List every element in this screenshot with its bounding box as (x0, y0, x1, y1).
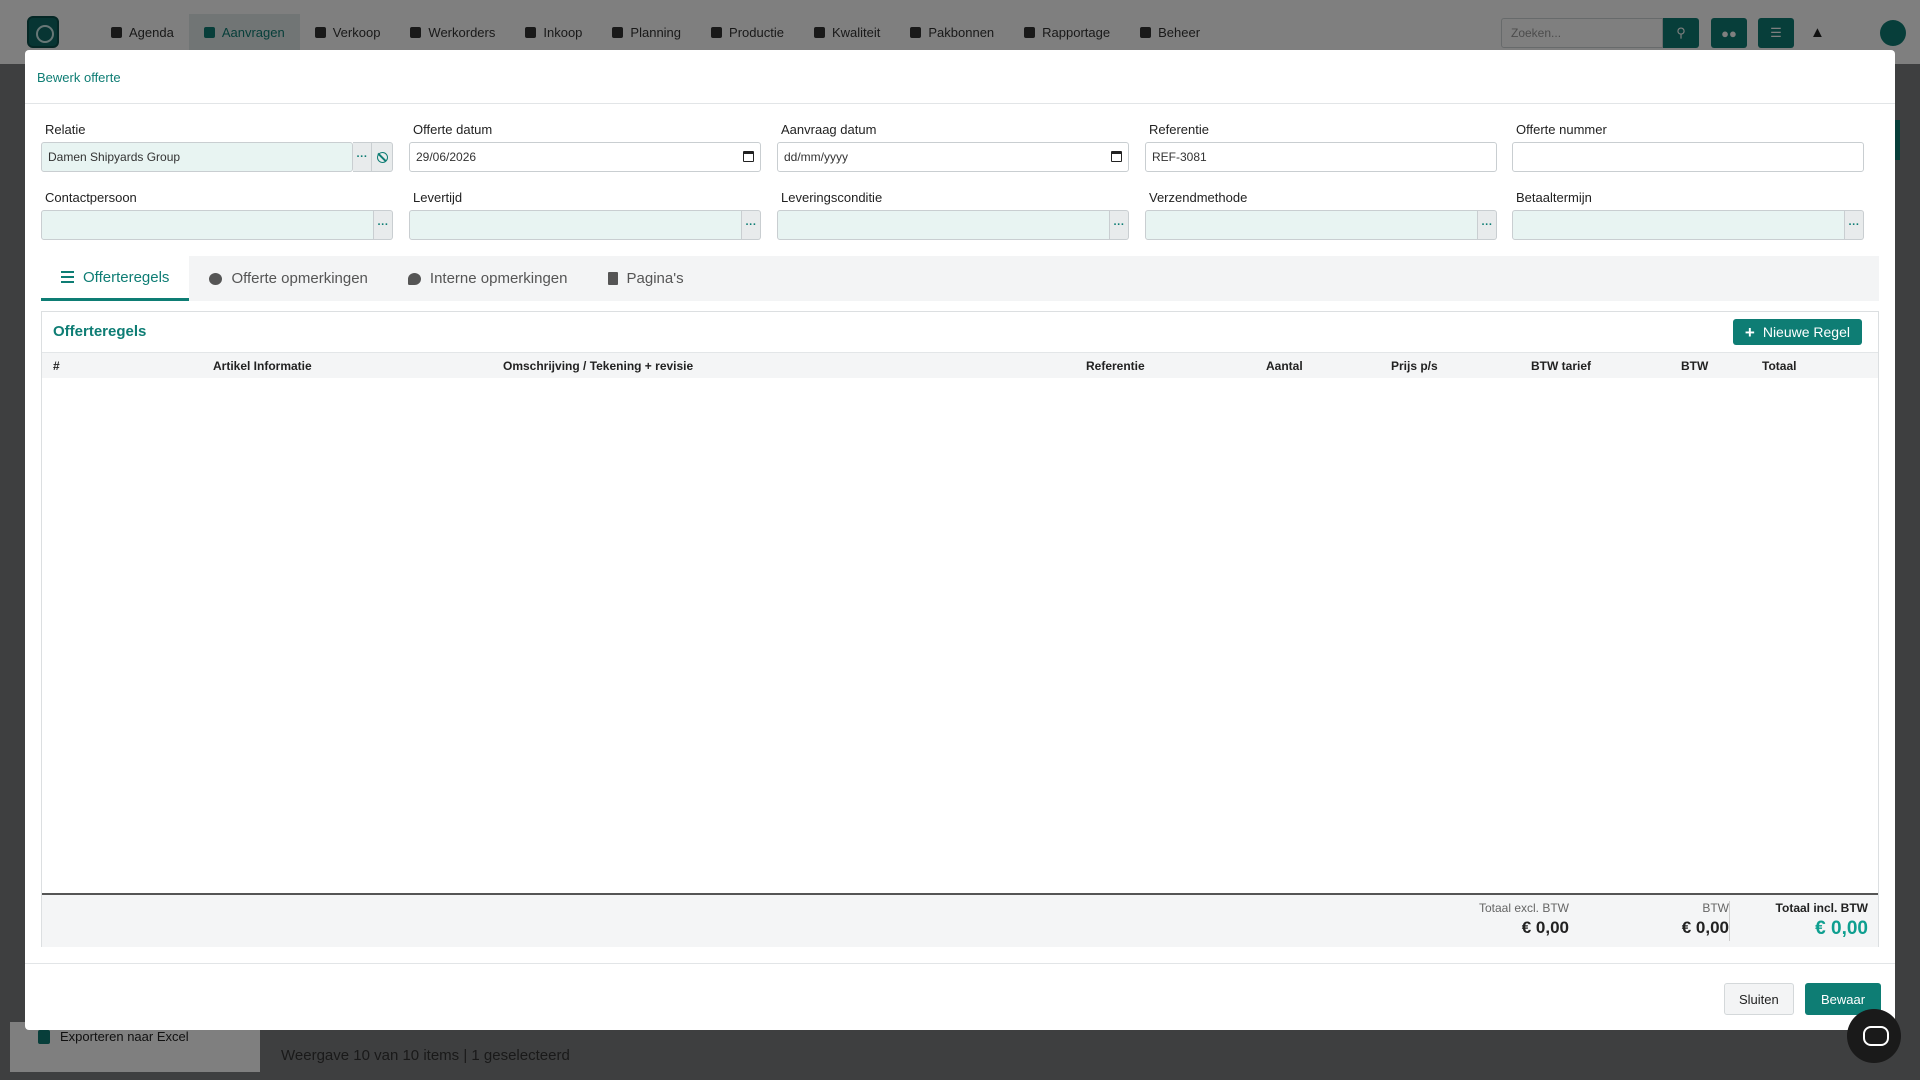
verzendmethode-lookup-button[interactable]: ··· (1478, 210, 1497, 240)
offerte-datum-field: Offerte datum 29/06/2026 (409, 122, 761, 192)
modal-header: Bewerk offerte (25, 50, 1895, 104)
referentie-label: Referentie (1149, 122, 1209, 137)
total-incl-value: € 0,00 (1815, 918, 1868, 939)
relatie-label: Relatie (45, 122, 86, 137)
leveringsconditie-lookup-button[interactable]: ··· (1110, 210, 1129, 240)
contactpersoon-label: Contactpersoon (45, 190, 137, 205)
edit-quote-modal: Bewerk offerte Relatie Damen Shipyards G… (25, 50, 1895, 1030)
offerte-nummer-field: Offerte nummer (1512, 122, 1864, 192)
offerte-datum-label: Offerte datum (413, 122, 493, 137)
table-header: # Artikel Informatie Omschrijving / Teke… (42, 352, 1878, 378)
column-header-number[interactable]: # (53, 359, 60, 373)
tab-paginas[interactable]: Pagina's (588, 256, 704, 301)
comments-icon (407, 272, 421, 285)
contactpersoon-lookup-button[interactable]: ··· (374, 210, 393, 240)
quote-lines-panel: Offerteregels + Nieuwe Regel # Artikel In… (41, 311, 1879, 947)
list-icon (61, 271, 74, 283)
aanvraag-datum-field: Aanvraag datum dd/mm/yyyy (777, 122, 1129, 192)
totals-divider (1729, 901, 1730, 941)
tab-offerteregels[interactable]: Offerteregels (41, 256, 190, 301)
offerte-nummer-input[interactable] (1512, 142, 1864, 172)
close-button[interactable]: Sluiten (1724, 983, 1794, 1015)
tab-label: Interne opmerkingen (429, 270, 568, 287)
betaaltermijn-label: Betaaltermijn (1516, 190, 1592, 205)
total-excl-label: Totaal excl. BTW (1478, 901, 1569, 915)
referentie-field: Referentie REF-3081 (1145, 122, 1497, 192)
total-incl-label: Totaal incl. BTW (1775, 901, 1868, 915)
ellipsis-icon: ··· (356, 151, 368, 163)
calendar-icon[interactable] (743, 151, 754, 162)
total-excl-btw: Totaal excl. BTW € 0,00 (1479, 901, 1569, 938)
calendar-icon[interactable] (1111, 151, 1122, 162)
ellipsis-icon: ··· (377, 219, 389, 231)
column-header-totaal[interactable]: Totaal (1762, 359, 1796, 373)
tab-label: Offerteregels (83, 268, 170, 286)
ban-icon (376, 151, 388, 163)
relatie-field: Relatie Damen Shipyards Group ··· (41, 122, 393, 192)
column-header-btw-tarief[interactable]: BTW tarief (1531, 359, 1591, 373)
betaaltermijn-lookup-button[interactable]: ··· (1845, 210, 1864, 240)
total-incl-btw: Totaal incl. BTW € 0,00 (1776, 901, 1868, 940)
chat-widget-button[interactable] (1847, 1009, 1901, 1063)
column-header-omschrijving[interactable]: Omschrijving / Tekening + revisie (503, 359, 693, 373)
table-body (42, 378, 1878, 892)
total-excl-value: € 0,00 (1521, 918, 1569, 937)
verzendmethode-label: Verzendmethode (1149, 190, 1248, 205)
total-btw-label: BTW (1702, 901, 1729, 915)
leveringsconditie-field: Leveringsconditie ··· (777, 190, 1129, 260)
betaaltermijn-input[interactable] (1512, 210, 1845, 240)
ellipsis-icon: ··· (1481, 219, 1493, 231)
relatie-input[interactable]: Damen Shipyards Group (41, 142, 353, 172)
tab-offerte-opmerkingen[interactable]: Offerte opmerkingen (189, 256, 387, 301)
aanvraag-datum-value: dd/mm/yyyy (784, 150, 849, 164)
levertijd-lookup-button[interactable]: ··· (742, 210, 761, 240)
modal-footer: Sluiten Bewaar (25, 963, 1895, 1030)
levertijd-field: Levertijd ··· (409, 190, 761, 260)
relatie-clear-button[interactable] (372, 142, 393, 172)
ellipsis-icon: ··· (745, 219, 757, 231)
tab-label: Offerte opmerkingen (231, 270, 368, 287)
total-btw: BTW € 0,00 (1682, 901, 1729, 938)
verzendmethode-input[interactable] (1145, 210, 1478, 240)
leveringsconditie-input[interactable] (777, 210, 1110, 240)
aanvraag-datum-input[interactable]: dd/mm/yyyy (777, 142, 1129, 172)
tab-interne-opmerkingen[interactable]: Interne opmerkingen (388, 256, 588, 301)
offerte-nummer-label: Offerte nummer (1516, 122, 1607, 137)
offerte-datum-value: 29/06/2026 (416, 150, 477, 164)
offerte-datum-input[interactable]: 29/06/2026 (409, 142, 761, 172)
comment-icon (209, 272, 223, 285)
modal-title: Bewerk offerte (37, 70, 121, 85)
column-header-referentie[interactable]: Referentie (1086, 359, 1145, 373)
verzendmethode-field: Verzendmethode ··· (1145, 190, 1497, 260)
column-header-prijs[interactable]: Prijs p/s (1391, 359, 1438, 373)
panel-header: Offerteregels + Nieuwe Regel (42, 312, 1878, 352)
panel-title: Offerteregels (53, 323, 147, 340)
new-line-button[interactable]: + Nieuwe Regel (1732, 319, 1862, 345)
leveringsconditie-label: Leveringsconditie (781, 190, 883, 205)
plus-icon: + (1744, 322, 1755, 342)
tab-label: Pagina's (626, 270, 684, 287)
quote-tabs: Offerteregels Offerte opmerkingen Intern… (41, 256, 1879, 301)
betaaltermijn-field: Betaaltermijn ··· (1512, 190, 1864, 260)
levertijd-label: Levertijd (413, 190, 463, 205)
column-header-artikel[interactable]: Artikel Informatie (213, 359, 312, 373)
levertijd-input[interactable] (409, 210, 742, 240)
relatie-lookup-button[interactable]: ··· (353, 142, 372, 172)
totals-bar: Totaal excl. BTW € 0,00 BTW € 0,00 Totaa… (42, 893, 1878, 947)
document-icon (607, 272, 618, 285)
new-line-label: Nieuwe Regel (1762, 324, 1850, 340)
contactpersoon-input[interactable] (41, 210, 374, 240)
column-header-btw[interactable]: BTW (1681, 359, 1708, 373)
contactpersoon-field: Contactpersoon ··· (41, 190, 393, 260)
total-btw-value: € 0,00 (1681, 918, 1729, 937)
aanvraag-datum-label: Aanvraag datum (781, 122, 877, 137)
column-header-aantal[interactable]: Aantal (1266, 359, 1303, 373)
ellipsis-icon: ··· (1113, 219, 1125, 231)
referentie-input[interactable]: REF-3081 (1145, 142, 1497, 172)
ellipsis-icon: ··· (1848, 219, 1860, 231)
